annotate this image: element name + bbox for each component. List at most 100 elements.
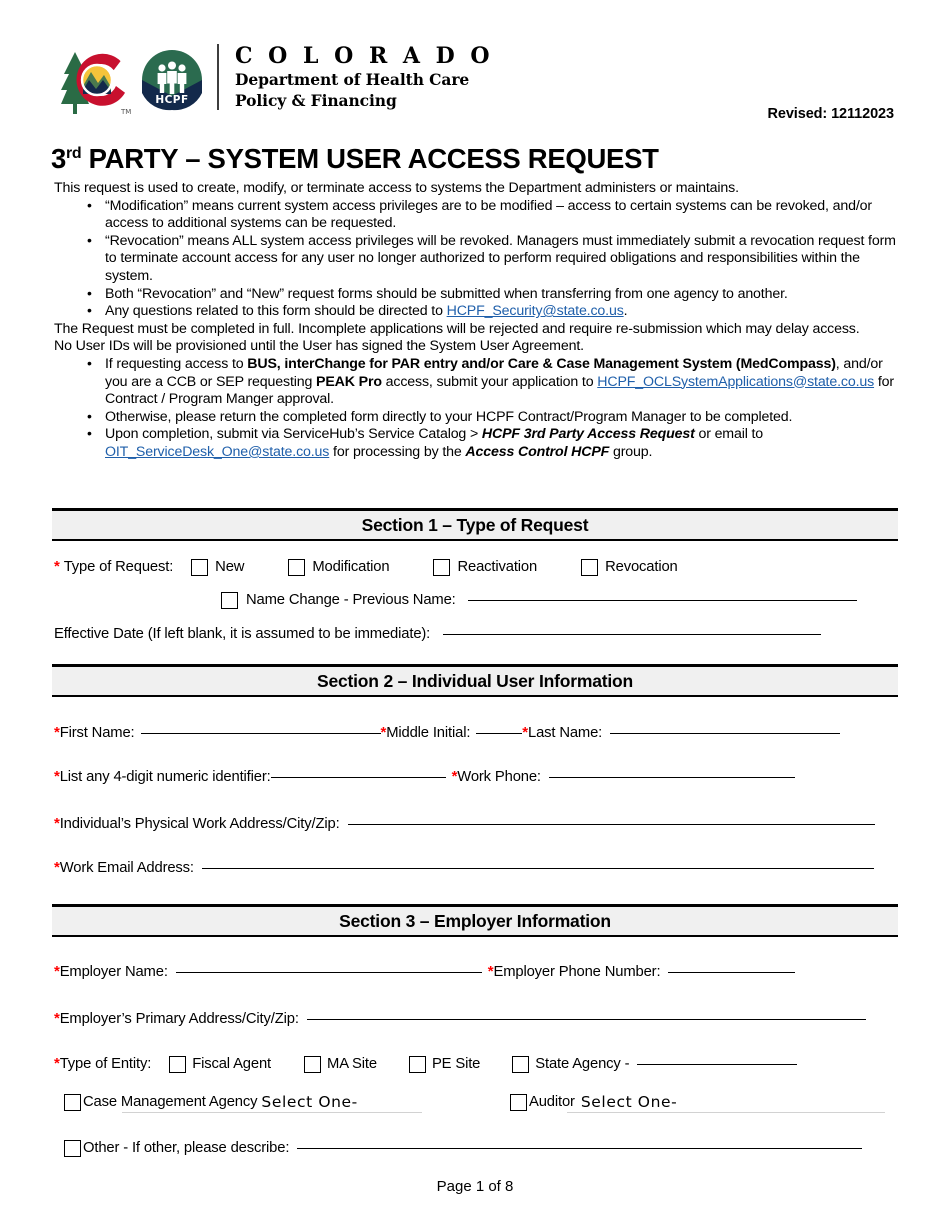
page-title: 3rd PARTY – SYSTEM USER ACCESS REQUEST (51, 143, 659, 175)
name-row: * First Name: * Middle Initial: * Last N… (54, 723, 841, 743)
input-first-name[interactable] (140, 732, 381, 734)
checkbox-name-change[interactable] (221, 591, 238, 609)
bus-text-3: access, submit your application to (381, 373, 598, 390)
title-prefix: 3 (51, 143, 66, 174)
logo-marks: TM HCPF (55, 44, 203, 116)
label-work-phone: Work Phone: (457, 769, 541, 785)
employer-name-row: * Employer Name: * Employer Phone Number… (54, 962, 796, 982)
wordmark-department-line1: Department of Health Care (235, 70, 470, 89)
input-other-entity[interactable] (297, 1147, 863, 1149)
input-employer-phone[interactable] (668, 971, 796, 973)
intro-bullets-1: “Modification” means current system acce… (54, 197, 899, 321)
other-entity-row: Other - If other, please describe: (64, 1138, 863, 1158)
submit-text-2: or email to (694, 426, 764, 443)
oit-servicedesk-email-link[interactable]: OIT_ServiceDesk_One@state.co.us (105, 444, 329, 460)
intro-para2-line2: No User IDs will be provisioned until th… (54, 338, 584, 355)
checkbox-revocation[interactable] (581, 558, 599, 576)
label-ma-site: MA Site (327, 1056, 377, 1072)
name-change-row: Name Change - Previous Name: (221, 590, 857, 610)
employer-address-row: * Employer’s Primary Address/City/Zip: (54, 1009, 866, 1029)
input-previous-name[interactable] (467, 599, 857, 601)
wordmark-colorado: C O L O R A D O (235, 43, 494, 69)
label-name-change: Name Change - Previous Name: (246, 592, 456, 608)
bullet-questions: Any questions related to this form shoul… (54, 302, 899, 321)
revised-date: Revised: 12112023 (767, 106, 895, 122)
hcpf-logo-icon: HCPF (141, 49, 203, 111)
input-last-name[interactable] (610, 732, 841, 734)
input-numeric-identifier[interactable] (270, 776, 446, 778)
label-employer-phone: Employer Phone Number: (493, 964, 661, 980)
work-email-row: * Work Email Address: (54, 858, 874, 878)
bullet-bus-interchange: If requesting access to BUS, interChange… (54, 355, 899, 409)
select-case-management-agency[interactable]: Select One- (261, 1092, 358, 1112)
submit-text-3: for processing by the (329, 443, 466, 460)
checkbox-auditor[interactable] (510, 1093, 527, 1111)
underline-case-management-agency (122, 1112, 422, 1113)
input-employer-address[interactable] (306, 1018, 866, 1020)
header-logo-block: TM HCPF C O L O R A D O Department of He… (55, 44, 494, 116)
hcpf-ocl-email-link[interactable]: HCPF_OCLSystemApplications@state.co.us (597, 374, 874, 390)
input-work-email[interactable] (201, 867, 874, 869)
input-state-agency[interactable] (637, 1063, 798, 1065)
label-modification: Modification (312, 559, 390, 575)
underline-auditor (567, 1112, 885, 1113)
checkbox-case-management-agency[interactable] (64, 1093, 81, 1111)
label-reactivation: Reactivation (457, 559, 538, 575)
intro-para2-line1: The Request must be completed in full. I… (54, 320, 860, 337)
section-1-heading: Section 1 – Type of Request (52, 508, 898, 541)
auditor-row: Auditor Select One- (510, 1092, 677, 1112)
bus-bold-1: BUS, interChange for PAR entry and/or Ca… (247, 355, 836, 372)
input-middle-initial[interactable] (476, 732, 523, 734)
label-first-name: First Name: (59, 725, 135, 741)
hcpf-security-email-link[interactable]: HCPF_Security@state.co.us (447, 303, 624, 319)
checkbox-state-agency[interactable] (512, 1055, 530, 1073)
case-management-agency-row: Case Management Agency Select One- (64, 1092, 358, 1112)
submit-bold-2: Access Control HCPF (465, 443, 610, 460)
label-other-entity: Other - If other, please describe: (83, 1140, 290, 1156)
select-auditor[interactable]: Select One- (581, 1092, 678, 1112)
document-page: TM HCPF C O L O R A D O Department of He… (0, 0, 950, 1230)
checkbox-new[interactable] (191, 558, 209, 576)
bullet-otherwise: Otherwise, please return the completed f… (54, 408, 899, 427)
label-fiscal-agent: Fiscal Agent (192, 1056, 272, 1072)
identifier-phone-row: * List any 4-digit numeric identifier: *… (54, 767, 795, 787)
submit-text-4: group. (609, 443, 653, 460)
label-employer-name: Employer Name: (59, 964, 168, 980)
bullet-transfer: Both “Revocation” and “New” request form… (54, 285, 899, 304)
checkbox-reactivation[interactable] (433, 558, 451, 576)
input-physical-address[interactable] (347, 823, 875, 825)
label-employer-address: Employer’s Primary Address/City/Zip: (59, 1011, 299, 1027)
checkbox-ma-site[interactable] (304, 1055, 322, 1073)
label-state-agency: State Agency - (535, 1056, 630, 1072)
label-new: New (215, 559, 245, 575)
required-asterisk: * (54, 558, 60, 575)
submit-bold-1: HCPF 3rd Party Access Request (481, 426, 695, 443)
intro-lead: This request is used to create, modify, … (54, 180, 739, 196)
checkbox-modification[interactable] (288, 558, 306, 576)
label-type-of-entity: Type of Entity: (59, 1056, 152, 1072)
label-last-name: Last Name: (527, 725, 603, 741)
type-of-request-row: * Type of Request: New Modification Reac… (54, 557, 678, 577)
label-numeric-identifier: List any 4-digit numeric identifier: (59, 769, 271, 785)
input-effective-date[interactable] (443, 633, 822, 635)
label-case-management-agency: Case Management Agency (83, 1094, 258, 1110)
submit-text-1: Upon completion, submit via ServiceHub’s… (105, 426, 482, 443)
checkbox-fiscal-agent[interactable] (169, 1055, 187, 1073)
page-footer: Page 1 of 8 (436, 1178, 514, 1195)
effective-date-row: Effective Date (If left blank, it is ass… (54, 624, 822, 644)
input-work-phone[interactable] (548, 776, 795, 778)
bus-bold-2: PEAK Pro (316, 373, 382, 390)
label-middle-initial: Middle Initial: (386, 725, 471, 741)
label-revocation: Revocation (605, 559, 678, 575)
checkbox-other-entity[interactable] (64, 1139, 81, 1157)
colorado-wordmark: C O L O R A D O Department of Health Car… (217, 44, 494, 110)
label-physical-address: Individual’s Physical Work Address/City/… (59, 816, 340, 832)
physical-address-row: * Individual’s Physical Work Address/Cit… (54, 814, 875, 834)
input-employer-name[interactable] (175, 971, 482, 973)
hcpf-logo-label: HCPF (155, 94, 188, 106)
colorado-c-logo-icon: TM (55, 44, 137, 116)
title-superscript: rd (66, 144, 82, 162)
intro-block: This request is used to create, modify, … (54, 180, 899, 462)
checkbox-pe-site[interactable] (408, 1055, 426, 1073)
intro-bullets-2: If requesting access to BUS, interChange… (54, 355, 899, 462)
